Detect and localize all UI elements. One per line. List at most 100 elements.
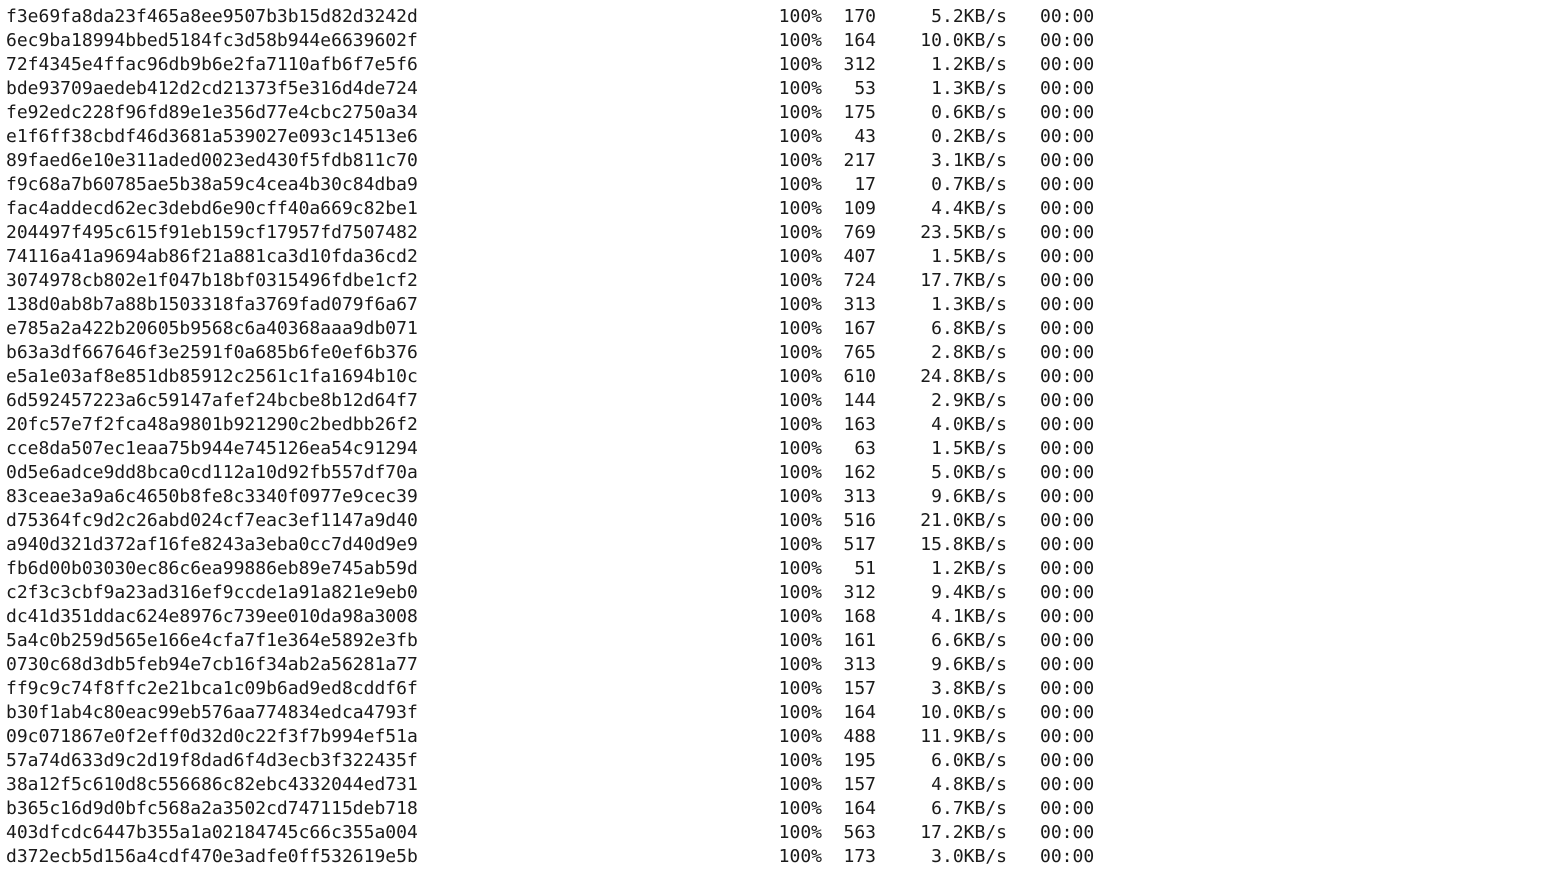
transfer-percent: 100% (778, 174, 822, 195)
transfer-speed: 10.0KB/s (920, 702, 1007, 723)
transfer-size: 162 (843, 462, 876, 483)
transfer-speed: 6.6KB/s (931, 630, 1007, 651)
transfer-eta: 00:00 (1040, 6, 1095, 27)
transfer-row: e5a1e03af8e851db85912c2561c1fa1694b10c 10… (6, 365, 1546, 389)
transfer-percent: 100% (778, 414, 822, 435)
transfer-eta: 00:00 (1040, 678, 1095, 699)
transfer-eta: 00:00 (1040, 150, 1095, 171)
file-name: bde93709aedeb412d2cd21373f5e316d4de724 (6, 78, 418, 99)
transfer-row: e785a2a422b20605b9568c6a40368aaa9db071 10… (6, 317, 1546, 341)
transfer-speed: 23.5KB/s (920, 222, 1007, 243)
transfer-percent: 100% (778, 318, 822, 339)
file-name: 3074978cb802e1f047b18bf0315496fdbe1cf2 (6, 270, 418, 291)
transfer-size: 164 (843, 798, 876, 819)
file-name: 5a4c0b259d565e166e4cfa7f1e364e5892e3fb (6, 630, 418, 651)
transfer-speed: 5.0KB/s (931, 462, 1007, 483)
transfer-eta: 00:00 (1040, 774, 1095, 795)
file-name: ff9c9c74f8ffc2e21bca1c09b6ad9ed8cddf6f (6, 678, 418, 699)
file-name: e785a2a422b20605b9568c6a40368aaa9db071 (6, 318, 418, 339)
transfer-size: 164 (843, 702, 876, 723)
transfer-size: 144 (843, 390, 876, 411)
transfer-row: cce8da507ec1eaa75b944e745126ea54c91294 10… (6, 437, 1546, 461)
transfer-size: 175 (843, 102, 876, 123)
transfer-speed: 9.6KB/s (931, 654, 1007, 675)
transfer-size: 167 (843, 318, 876, 339)
transfer-size: 43 (854, 126, 876, 147)
transfer-percent: 100% (778, 390, 822, 411)
transfer-percent: 100% (778, 534, 822, 555)
transfer-row: 0d5e6adce9dd8bca0cd112a10d92fb557df70a 10… (6, 461, 1546, 485)
file-name: c2f3c3cbf9a23ad316ef9ccde1a91a821e9eb0 (6, 582, 418, 603)
file-name: e1f6ff38cbdf46d3681a539027e093c14513e6 (6, 126, 418, 147)
file-name: 09c071867e0f2eff0d32d0c22f3f7b994ef51a (6, 726, 418, 747)
transfer-percent: 100% (778, 822, 822, 843)
file-name: d372ecb5d156a4cdf470e3adfe0ff532619e5b (6, 846, 418, 867)
transfer-eta: 00:00 (1040, 654, 1095, 675)
file-name: 72f4345e4ffac96db9b6e2fa7110afb6f7e5f6 (6, 54, 418, 75)
transfer-percent: 100% (778, 270, 822, 291)
transfer-speed: 10.0KB/s (920, 30, 1007, 51)
file-name: b30f1ab4c80eac99eb576aa774834edca4793f (6, 702, 418, 723)
transfer-size: 217 (843, 150, 876, 171)
transfer-row: 74116a41a9694ab86f21a881ca3d10fda36cd2 10… (6, 245, 1546, 269)
transfer-eta: 00:00 (1040, 510, 1095, 531)
transfer-percent: 100% (778, 846, 822, 867)
transfer-percent: 100% (778, 486, 822, 507)
transfer-size: 312 (843, 54, 876, 75)
transfer-percent: 100% (778, 582, 822, 603)
transfer-size: 563 (843, 822, 876, 843)
transfer-row: d75364fc9d2c26abd024cf7eac3ef1147a9d40 10… (6, 509, 1546, 533)
transfer-percent: 100% (778, 510, 822, 531)
transfer-speed: 1.5KB/s (931, 438, 1007, 459)
transfer-speed: 6.7KB/s (931, 798, 1007, 819)
transfer-percent: 100% (778, 678, 822, 699)
terminal-output: f3e69fa8da23f465a8ee9507b3b15d82d3242d 10… (6, 5, 1546, 869)
transfer-row: c2f3c3cbf9a23ad316ef9ccde1a91a821e9eb0 10… (6, 581, 1546, 605)
transfer-speed: 9.6KB/s (931, 486, 1007, 507)
transfer-eta: 00:00 (1040, 486, 1095, 507)
transfer-percent: 100% (778, 774, 822, 795)
transfer-speed: 3.8KB/s (931, 678, 1007, 699)
transfer-percent: 100% (778, 462, 822, 483)
transfer-size: 516 (843, 510, 876, 531)
transfer-row: fe92edc228f96fd89e1e356d77e4cbc2750a34 10… (6, 101, 1546, 125)
transfer-eta: 00:00 (1040, 198, 1095, 219)
transfer-speed: 1.5KB/s (931, 246, 1007, 267)
transfer-percent: 100% (778, 726, 822, 747)
transfer-percent: 100% (778, 654, 822, 675)
transfer-size: 173 (843, 846, 876, 867)
transfer-row: f3e69fa8da23f465a8ee9507b3b15d82d3242d 10… (6, 5, 1546, 29)
transfer-size: 168 (843, 606, 876, 627)
transfer-size: 769 (843, 222, 876, 243)
transfer-percent: 100% (778, 150, 822, 171)
file-name: 403dfcdc6447b355a1a02184745c66c355a004 (6, 822, 418, 843)
transfer-row: 5a4c0b259d565e166e4cfa7f1e364e5892e3fb 10… (6, 629, 1546, 653)
transfer-eta: 00:00 (1040, 798, 1095, 819)
transfer-speed: 2.9KB/s (931, 390, 1007, 411)
file-name: 0d5e6adce9dd8bca0cd112a10d92fb557df70a (6, 462, 418, 483)
transfer-eta: 00:00 (1040, 390, 1095, 411)
transfer-speed: 5.2KB/s (931, 6, 1007, 27)
transfer-percent: 100% (778, 222, 822, 243)
transfer-percent: 100% (778, 246, 822, 267)
file-name: cce8da507ec1eaa75b944e745126ea54c91294 (6, 438, 418, 459)
transfer-row: d372ecb5d156a4cdf470e3adfe0ff532619e5b 10… (6, 845, 1546, 869)
transfer-speed: 15.8KB/s (920, 534, 1007, 555)
transfer-percent: 100% (778, 198, 822, 219)
file-name: dc41d351ddac624e8976c739ee010da98a3008 (6, 606, 418, 627)
transfer-speed: 2.8KB/s (931, 342, 1007, 363)
transfer-speed: 3.0KB/s (931, 846, 1007, 867)
transfer-percent: 100% (778, 702, 822, 723)
transfer-size: 63 (854, 438, 876, 459)
transfer-speed: 1.2KB/s (931, 54, 1007, 75)
file-name: 89faed6e10e311aded0023ed430f5fdb811c70 (6, 150, 418, 171)
transfer-row: 38a12f5c610d8c556686c82ebc4332044ed731 10… (6, 773, 1546, 797)
file-name: d75364fc9d2c26abd024cf7eac3ef1147a9d40 (6, 510, 418, 531)
transfer-eta: 00:00 (1040, 270, 1095, 291)
file-name: 74116a41a9694ab86f21a881ca3d10fda36cd2 (6, 246, 418, 267)
transfer-eta: 00:00 (1040, 582, 1095, 603)
transfer-eta: 00:00 (1040, 318, 1095, 339)
file-name: b63a3df667646f3e2591f0a685b6fe0ef6b376 (6, 342, 418, 363)
file-name: 138d0ab8b7a88b1503318fa3769fad079f6a67 (6, 294, 418, 315)
transfer-speed: 0.6KB/s (931, 102, 1007, 123)
